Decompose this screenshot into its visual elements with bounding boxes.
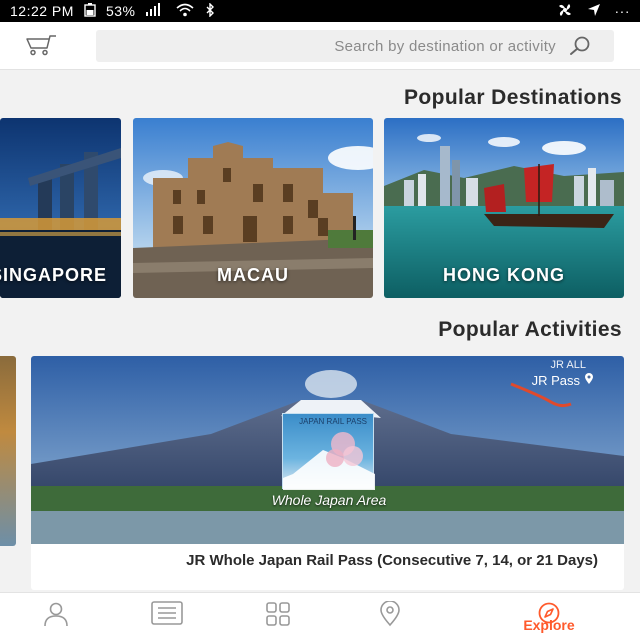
- signal-icon: [145, 2, 165, 20]
- activity-tag-text: JR Pass: [531, 373, 580, 388]
- destination-label: MACAU: [217, 265, 289, 285]
- fan-icon: [557, 3, 573, 20]
- navigation-icon: [587, 3, 601, 20]
- activity-caption: Whole Japan Area: [271, 492, 387, 508]
- status-left: 12:22 PM 53%: [10, 1, 215, 20]
- search-placeholder: Search by destination or activity: [334, 37, 556, 55]
- destination-card-macau[interactable]: MACAU: [133, 118, 373, 298]
- search-header: Search by destination or activity: [0, 22, 640, 70]
- destination-card-singapore[interactable]: SINGAPORE: [0, 118, 121, 298]
- activity-card-jr-pass[interactable]: JR ALL JR Pass JAPAN RAIL PASS Whole Jap…: [31, 356, 624, 590]
- location-pin-icon: [380, 601, 400, 627]
- more-notifications: ···: [614, 3, 630, 19]
- activity-tag-small: JR ALL: [550, 359, 586, 371]
- status-time: 12:22 PM: [10, 3, 74, 19]
- tab-explore-label: Explore: [523, 617, 575, 633]
- destination-card-hong-kong[interactable]: HONG KONG: [384, 118, 624, 298]
- tab-explore[interactable]: Explore: [509, 593, 589, 640]
- rail-pass-poster: JAPAN RAIL PASS: [282, 413, 375, 490]
- search-icon: [568, 36, 592, 56]
- cart-button[interactable]: [22, 34, 58, 60]
- search-input[interactable]: Search by destination or activity: [96, 30, 614, 62]
- activities-title: Popular Activities: [438, 318, 622, 341]
- tab-categories[interactable]: [238, 593, 318, 640]
- destinations-title: Popular Destinations: [403, 86, 622, 109]
- destination-label: SINGAPORE: [0, 265, 108, 285]
- bluetooth-icon: [205, 1, 215, 20]
- battery-percent: 53%: [105, 3, 136, 19]
- activity-card-partial[interactable]: [0, 356, 16, 546]
- grid-icon: [266, 602, 290, 626]
- wifi-icon: [175, 3, 195, 20]
- activity-location-tag: JR Pass: [532, 373, 594, 388]
- cherry-blossom-graphic: [283, 432, 375, 490]
- bottom-tab-bar: Explore: [0, 592, 640, 640]
- tab-bookings[interactable]: [127, 593, 207, 640]
- tab-profile[interactable]: [16, 593, 96, 640]
- location-pin-icon: [584, 373, 594, 388]
- status-right: ···: [557, 3, 631, 20]
- cart-icon: [23, 34, 57, 61]
- tab-wishlist[interactable]: [350, 593, 430, 640]
- battery-icon: [84, 2, 96, 20]
- destination-label: HONG KONG: [442, 265, 565, 285]
- user-icon: [44, 602, 68, 627]
- status-bar: 12:22 PM 53% ···: [0, 0, 640, 22]
- list-icon: [151, 601, 183, 625]
- activity-title: JR Whole Japan Rail Pass (Consecutive 7,…: [186, 552, 598, 569]
